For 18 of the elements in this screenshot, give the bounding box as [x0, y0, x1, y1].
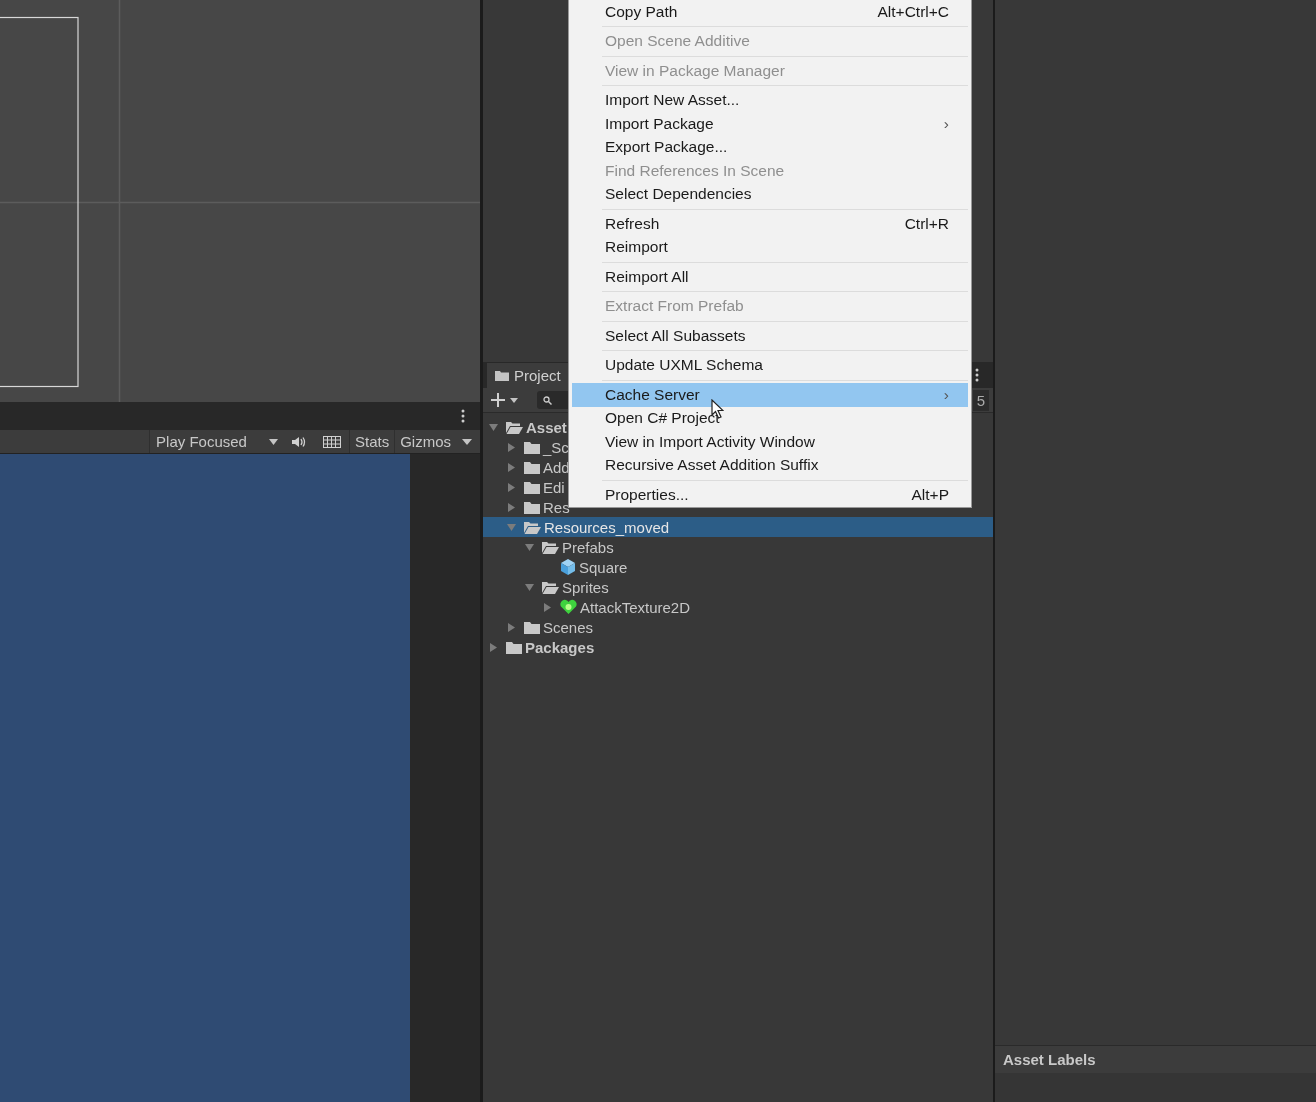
item-label: Prefabs: [562, 538, 614, 556]
section-title: Asset Labels: [1003, 1051, 1096, 1068]
menu-item: View in Package Manager: [604, 60, 786, 81]
item-label: Packages: [525, 638, 595, 656]
item-label: Scenes: [543, 618, 594, 636]
item-label: _Sc: [543, 438, 569, 456]
menu-item: Extract From Prefab: [604, 296, 745, 317]
tab-label: Project: [514, 367, 561, 384]
item-label: Sprites: [562, 578, 609, 596]
item-label: Square: [579, 558, 628, 576]
item-label: Res: [543, 498, 570, 516]
menu-item: Open Scene Additive: [604, 31, 751, 52]
item-label: Asset: [526, 418, 567, 436]
item-label: Edi: [543, 478, 565, 496]
item-label: Resources_moved: [544, 518, 670, 536]
menu-item: Find References In Scene: [604, 160, 786, 181]
item-label: AttackTexture2D: [580, 598, 691, 616]
count-label: 5: [972, 389, 989, 411]
